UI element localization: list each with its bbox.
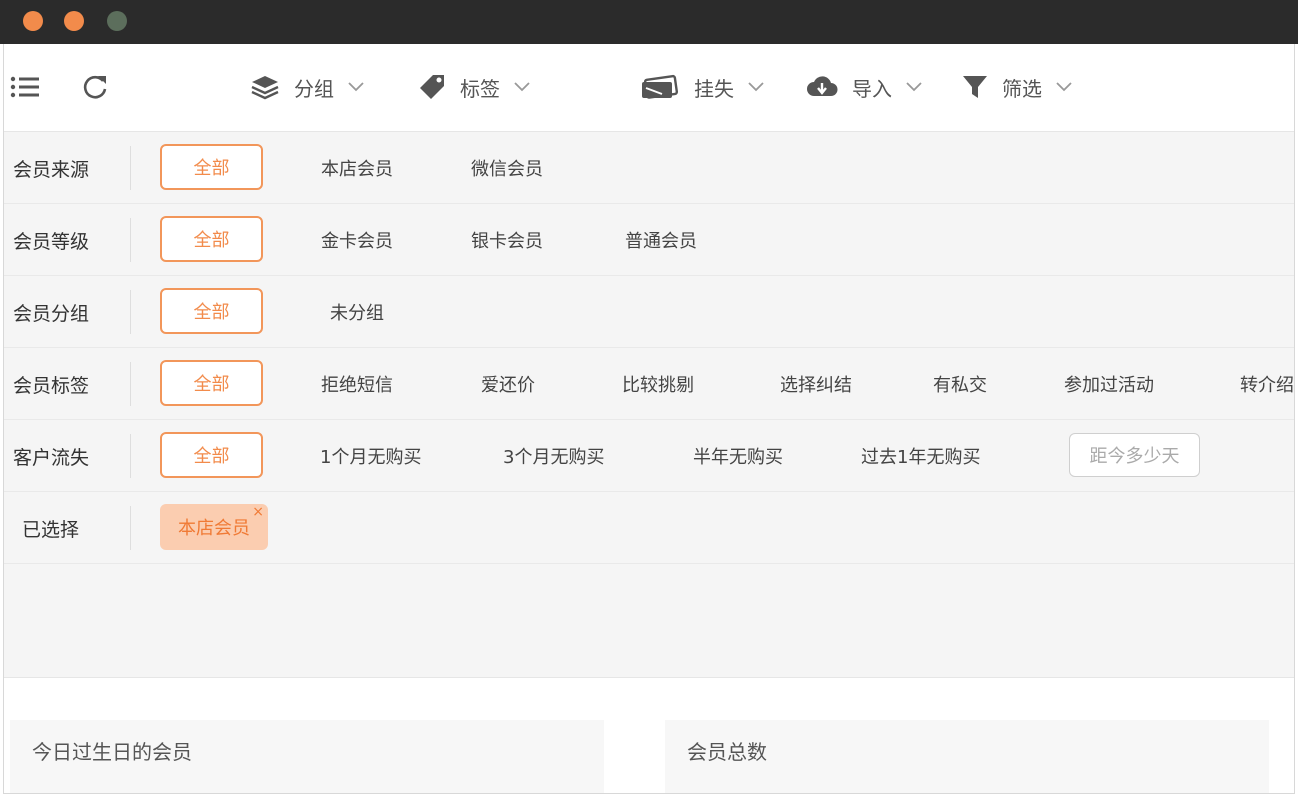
- chevron-down-icon: [514, 82, 530, 92]
- filter-option[interactable]: 普通会员: [625, 204, 697, 276]
- filter-option[interactable]: 1个月无购买: [320, 420, 421, 492]
- maximize-window-button[interactable]: [107, 11, 127, 31]
- funnel-icon: [963, 76, 987, 98]
- divider: [130, 290, 131, 334]
- card-icon: [642, 74, 679, 99]
- filter-option[interactable]: 微信会员: [471, 132, 543, 204]
- filter-option[interactable]: 转介绍: [1240, 348, 1294, 420]
- filter-label: 会员分组: [13, 302, 90, 325]
- tag-menu[interactable]: 标签: [418, 70, 530, 104]
- group-menu[interactable]: 分组: [250, 70, 364, 104]
- filter-panel: 会员来源 全部 本店会员 微信会员 会员等级 全部 金卡会员 银卡会员 普通会员…: [4, 132, 1294, 678]
- filter-option[interactable]: 选择纠结: [780, 348, 852, 420]
- filter-all-chip[interactable]: 全部: [160, 216, 263, 262]
- panel-title: 今日过生日的会员: [32, 740, 192, 764]
- filter-row-level: 会员等级 全部 金卡会员 银卡会员 普通会员: [4, 204, 1294, 276]
- chevron-down-icon: [348, 82, 364, 92]
- filter-menu[interactable]: 筛选: [962, 70, 1072, 104]
- cloud-download-icon: [807, 76, 838, 96]
- filter-label: 已选择: [22, 518, 80, 541]
- import-menu-label: 导入: [852, 76, 892, 101]
- filter-row-group: 会员分组 全部 未分组: [4, 276, 1294, 348]
- app-window: 分组 标签 挂失 导入 筛选 会员来源 全部 本店会员 微信会员 会员等级 全部…: [3, 44, 1295, 794]
- layers-icon: [251, 76, 279, 100]
- remove-filter-icon[interactable]: ×: [252, 504, 264, 520]
- divider: [130, 362, 131, 406]
- divider: [130, 506, 131, 550]
- filter-option[interactable]: 未分组: [330, 276, 384, 348]
- filter-row-source: 会员来源 全部 本店会员 微信会员: [4, 132, 1294, 204]
- filter-option[interactable]: 过去1年无购买: [861, 420, 980, 492]
- filter-label: 会员标签: [13, 374, 90, 397]
- filter-row-tags: 会员标签 全部 拒绝短信 爱还价 比较挑剔 选择纠结 有私交 参加过活动 转介绍: [4, 348, 1294, 420]
- divider: [130, 434, 131, 478]
- filter-menu-label: 筛选: [1002, 76, 1042, 101]
- selected-filter-chip: 本店会员 ×: [160, 504, 268, 550]
- toolbar: 分组 标签 挂失 导入 筛选: [4, 44, 1294, 132]
- filter-option[interactable]: 比较挑剔: [622, 348, 694, 420]
- filter-option[interactable]: 银卡会员: [471, 204, 543, 276]
- refresh-icon[interactable]: [80, 72, 110, 102]
- chevron-down-icon: [906, 82, 922, 92]
- filter-row-selected: 已选择 本店会员 ×: [4, 492, 1294, 564]
- selected-filter-chip-label: 本店会员: [178, 518, 250, 539]
- window-titlebar: [0, 0, 1298, 44]
- days-since-button[interactable]: 距今多少天: [1069, 433, 1200, 477]
- divider: [130, 218, 131, 262]
- panel-title: 会员总数: [687, 740, 767, 764]
- filter-all-chip[interactable]: 全部: [160, 432, 263, 478]
- close-window-button[interactable]: [23, 11, 43, 31]
- total-members-panel: 会员总数: [665, 720, 1269, 793]
- filter-all-chip[interactable]: 全部: [160, 360, 263, 406]
- chevron-down-icon: [748, 82, 764, 92]
- filter-option[interactable]: 参加过活动: [1064, 348, 1154, 420]
- divider: [130, 146, 131, 190]
- filter-option[interactable]: 3个月无购买: [503, 420, 604, 492]
- filter-option[interactable]: 半年无购买: [693, 420, 783, 492]
- birthday-members-panel: 今日过生日的会员: [10, 720, 604, 793]
- tag-menu-label: 标签: [460, 76, 500, 101]
- tag-icon: [420, 75, 444, 99]
- import-menu[interactable]: 导入: [806, 70, 922, 104]
- filter-all-chip[interactable]: 全部: [160, 288, 263, 334]
- filter-label: 会员等级: [13, 230, 90, 253]
- filter-option[interactable]: 金卡会员: [321, 204, 393, 276]
- filter-label: 客户流失: [13, 446, 90, 469]
- filter-all-chip[interactable]: 全部: [160, 144, 263, 190]
- list-icon[interactable]: [10, 72, 40, 102]
- dashboard-panels: 今日过生日的会员 会员总数: [4, 678, 1294, 793]
- minimize-window-button[interactable]: [64, 11, 84, 31]
- report-lost-menu[interactable]: 挂失: [640, 70, 764, 104]
- filter-label: 会员来源: [13, 158, 90, 181]
- filter-row-churn: 客户流失 全部 1个月无购买 3个月无购买 半年无购买 过去1年无购买 距今多少…: [4, 420, 1294, 492]
- filter-option[interactable]: 拒绝短信: [321, 348, 393, 420]
- filter-option[interactable]: 本店会员: [321, 132, 393, 204]
- group-menu-label: 分组: [294, 76, 334, 101]
- filter-option[interactable]: 爱还价: [481, 348, 535, 420]
- filter-option[interactable]: 有私交: [933, 348, 987, 420]
- report-lost-menu-label: 挂失: [694, 76, 734, 101]
- chevron-down-icon: [1056, 82, 1072, 92]
